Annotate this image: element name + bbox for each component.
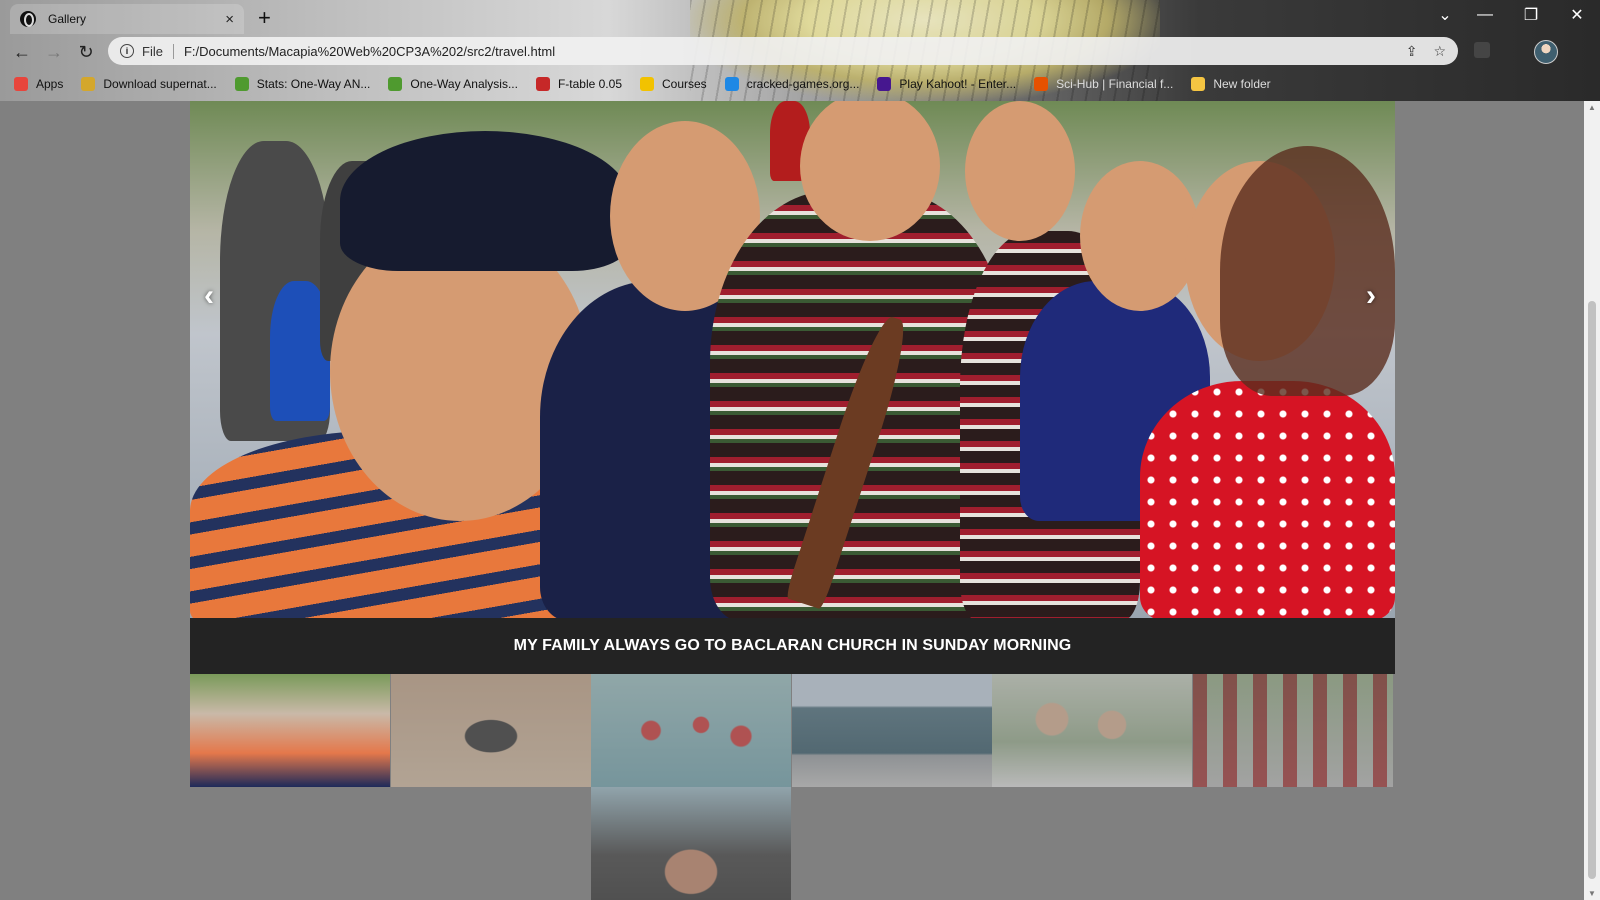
bookmark-item[interactable]: Courses <box>640 77 707 91</box>
profile-avatar[interactable] <box>1534 40 1558 64</box>
back-button[interactable]: ← <box>10 40 34 64</box>
thumbnail-group-photo-outdoors[interactable] <box>1193 674 1393 787</box>
scroll-up-arrow-icon[interactable]: ▲ <box>1588 103 1596 112</box>
slide-caption: MY FAMILY ALWAYS GO TO BACLARAN CHURCH I… <box>190 618 1395 674</box>
browser-tab[interactable]: Gallery × <box>10 4 244 34</box>
bookmark-label: Download supernat... <box>103 77 217 91</box>
bookmark-item[interactable]: Stats: One-Way AN... <box>234 77 371 91</box>
download-arrow-icon <box>724 77 739 91</box>
bookmark-item[interactable]: Play Kahoot! - Enter... <box>877 77 1016 91</box>
close-tab-icon[interactable]: × <box>225 11 234 28</box>
scroll-down-arrow-icon[interactable]: ▼ <box>1588 889 1596 898</box>
bookmark-label: Stats: One-Way AN... <box>256 77 371 91</box>
bookmark-label: New folder <box>1213 77 1271 91</box>
page-scrollbar[interactable]: ▲ ▼ <box>1584 101 1600 900</box>
bookmark-label: F-table 0.05 <box>557 77 622 91</box>
url-scheme: File <box>142 43 174 59</box>
bookmark-item[interactable]: New folder <box>1191 77 1271 91</box>
thumbnail-holding-hands[interactable] <box>591 787 791 900</box>
bookmark-label: Apps <box>36 77 64 91</box>
bookmark-item[interactable]: Download supernat... <box>81 77 217 91</box>
thumbnail-swimming-group[interactable] <box>591 674 791 787</box>
close-window-button[interactable]: ✕ <box>1554 2 1600 28</box>
thumbnail-group-selfie[interactable] <box>992 674 1192 787</box>
course-icon <box>640 77 654 91</box>
info-icon[interactable]: i <box>120 44 134 58</box>
thumbnail-harbor-boats[interactable] <box>792 674 992 787</box>
tab-title: Gallery <box>48 12 87 26</box>
black-cap <box>340 131 630 271</box>
shield-icon <box>535 77 550 91</box>
bookmark-item[interactable]: One-Way Analysis... <box>388 77 518 91</box>
restore-button[interactable]: ❐ <box>1508 2 1554 28</box>
bookmark-item[interactable]: Sci-Hub | Financial f... <box>1034 77 1173 91</box>
bookmark-label: One-Way Analysis... <box>410 77 518 91</box>
reload-button[interactable]: ↻ <box>74 40 98 64</box>
bookmark-item[interactable]: F-table 0.05 <box>535 77 622 91</box>
next-slide-button[interactable]: › <box>1366 279 1376 313</box>
bookmark-label: Courses <box>662 77 707 91</box>
download-site-icon <box>81 77 96 91</box>
minimize-button[interactable]: — <box>1462 2 1508 28</box>
scihub-icon <box>1034 77 1049 91</box>
url-text[interactable]: F:/Documents/Macapia%20Web%20CP3A%202/sr… <box>184 44 1390 59</box>
scrollbar-thumb[interactable] <box>1588 301 1596 879</box>
main-slide-image <box>190 101 1395 618</box>
forward-button[interactable]: → <box>42 40 66 64</box>
face <box>965 101 1075 241</box>
caption-text: MY FAMILY ALWAYS GO TO BACLARAN CHURCH I… <box>513 637 1072 654</box>
bookmarks-bar: Apps Download supernat... Stats: One-Way A… <box>0 71 1600 97</box>
thumbnail-family-selfie[interactable] <box>190 674 390 787</box>
bookmark-label: Play Kahoot! - Enter... <box>899 77 1017 91</box>
apps-grid-icon <box>14 77 28 91</box>
hair <box>1220 146 1395 396</box>
thumbnail-beach-sand-portrait[interactable] <box>391 674 591 787</box>
face <box>1080 161 1200 311</box>
bookmark-star-icon[interactable]: ☆ <box>1433 43 1446 60</box>
bookmark-item[interactable]: cracked-games.org... <box>724 77 860 91</box>
gallery-page: ‹ › MY FAMILY ALWAYS GO TO BACLARAN CHUR… <box>0 101 1584 900</box>
stats-leaf-icon <box>388 77 403 91</box>
extensions-icon[interactable] <box>1474 42 1490 58</box>
person-red-polka-dress <box>1140 381 1395 618</box>
share-icon[interactable]: ⇪ <box>1406 43 1418 60</box>
new-tab-button[interactable]: + <box>258 5 271 31</box>
bookmark-label: cracked-games.org... <box>746 77 860 91</box>
kahoot-icon <box>877 77 892 91</box>
bookmark-item[interactable]: Apps <box>14 77 63 91</box>
folder-icon <box>1191 77 1206 91</box>
bookmark-label: Sci-Hub | Financial f... <box>1056 77 1174 91</box>
globe-icon <box>20 11 36 27</box>
stats-leaf-icon <box>234 77 249 91</box>
prev-slide-button[interactable]: ‹ <box>204 279 214 313</box>
browser-chrome: Gallery × + ⌄ — ❐ ✕ ← → ↻ i File F:/Docu… <box>0 0 1600 101</box>
address-bar[interactable]: i File F:/Documents/Macapia%20Web%20CP3A… <box>108 37 1458 65</box>
